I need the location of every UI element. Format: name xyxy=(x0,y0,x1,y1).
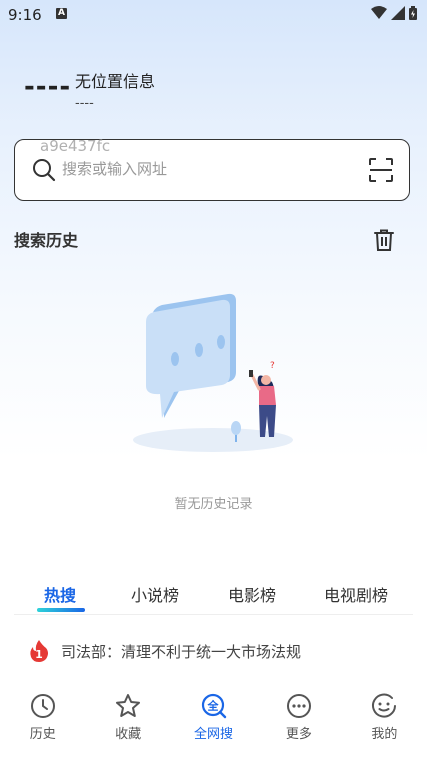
nav-global-search-label: 全网搜 xyxy=(194,727,234,742)
nav-profile[interactable]: 我的 xyxy=(342,684,427,759)
search-icon xyxy=(33,159,56,182)
search-history-title: 搜索历史 xyxy=(14,231,79,250)
svg-text:全: 全 xyxy=(206,699,219,713)
battery-icon xyxy=(409,6,417,20)
tab-tv-ranking[interactable]: 电视剧榜 xyxy=(324,582,388,606)
location-title[interactable]: 无位置信息 xyxy=(75,68,155,92)
more-icon xyxy=(286,694,311,718)
tab-novel-ranking[interactable]: 小说榜 xyxy=(131,582,179,606)
status-time: 9:16 xyxy=(8,6,42,24)
star-icon xyxy=(116,694,141,717)
hot-list-tabs: 热搜 小说榜 电影榜 电视剧榜 xyxy=(14,578,413,615)
notification-icon: A xyxy=(56,8,67,19)
nav-more-label: 更多 xyxy=(285,727,312,742)
empty-history-illustration: ? xyxy=(133,293,293,452)
empty-history-text: 暂无历史记录 xyxy=(174,497,253,512)
wifi-icon xyxy=(371,6,387,19)
trash-icon[interactable] xyxy=(372,228,396,252)
hot-list-item[interactable]: 1 司法部：清理不利于统一大市场法规 xyxy=(27,639,301,663)
status-icons xyxy=(371,6,417,20)
bottom-navigation: 历史 收藏 全 全网搜 更多 我的 xyxy=(0,684,427,759)
hot-rank-icon: 1 xyxy=(30,640,48,662)
global-search-icon: 全 xyxy=(201,693,226,719)
nav-global-search[interactable]: 全 全网搜 xyxy=(171,684,256,759)
signal-icon xyxy=(391,6,405,20)
nav-history[interactable]: 历史 xyxy=(0,684,85,759)
location-placeholder-dash: ---- xyxy=(24,72,72,102)
search-watermark: a9e437fc xyxy=(40,137,111,155)
hot-rank-number: 1 xyxy=(35,648,43,661)
nav-profile-label: 我的 xyxy=(371,727,398,742)
nav-favorites-label: 收藏 xyxy=(115,727,142,742)
nav-history-label: 历史 xyxy=(29,727,56,742)
svg-text:?: ? xyxy=(270,361,275,371)
hot-item-text: 司法部：清理不利于统一大市场法规 xyxy=(61,642,302,661)
scan-icon[interactable] xyxy=(368,157,394,183)
tab-movie-ranking[interactable]: 电影榜 xyxy=(228,582,276,606)
nav-more[interactable]: 更多 xyxy=(256,684,341,759)
tab-hot-search[interactable]: 热搜 xyxy=(44,582,76,606)
profile-icon xyxy=(372,693,397,718)
location-subtitle: ---- xyxy=(75,96,94,111)
search-input[interactable] xyxy=(62,160,352,178)
clock-icon xyxy=(30,694,55,718)
tab-active-underline xyxy=(37,608,85,612)
nav-favorites[interactable]: 收藏 xyxy=(85,684,170,759)
